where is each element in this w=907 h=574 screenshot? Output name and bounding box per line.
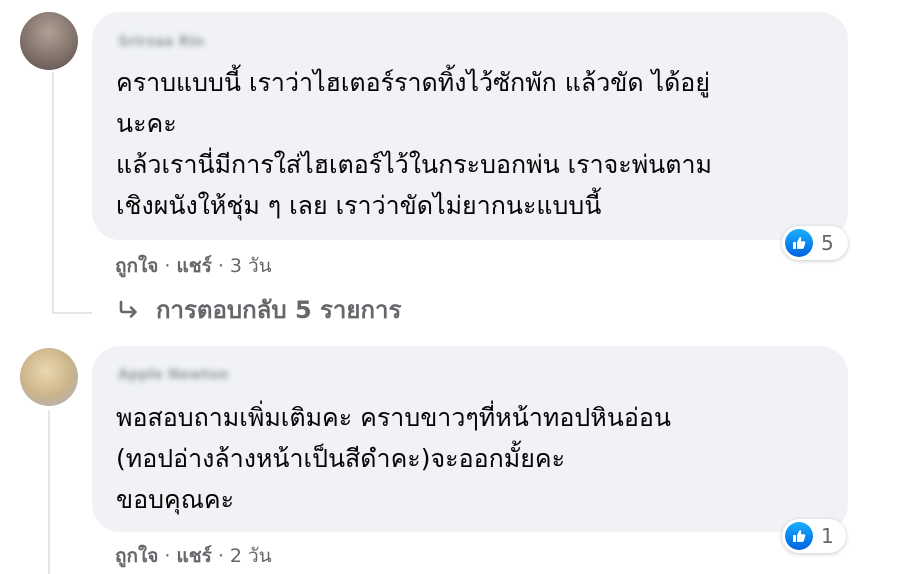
comment-line: แล้วเรานี่มีการใส่ไฮเตอร์ไว้ในกระบอกพ่น … <box>116 150 713 179</box>
comment-timestamp[interactable]: 3 วัน <box>230 251 272 281</box>
comment-author[interactable]: Srirzaa Rin <box>118 34 204 50</box>
like-button[interactable]: ถูกใจ <box>115 251 158 281</box>
comment-actions: ถูกใจ · แชร์ · 2 วัน <box>115 541 272 571</box>
replies-label: การตอบกลับ 5 รายการ <box>156 296 402 324</box>
comment-line: พอสอบถามเพิ่มเติมคะ คราบขาวๆที่หน้าทอปหิ… <box>116 403 671 432</box>
share-button[interactable]: แชร์ <box>176 541 211 571</box>
comment-line: (ทอปอ่างล้างหน้าเป็นสีดำคะ)จะออกมั้ยคะ <box>116 444 566 473</box>
avatar[interactable] <box>20 348 78 406</box>
comment-text: คราบแบบนี้ เราว่าไฮเตอร์ราดทิ้งไว้ซักพัก… <box>116 62 832 226</box>
comment-timestamp[interactable]: 2 วัน <box>230 541 272 571</box>
reaction-count: 1 <box>821 524 834 548</box>
comment-author[interactable]: Apple Newton <box>118 367 228 383</box>
like-icon <box>785 229 813 257</box>
comment-actions: ถูกใจ · แชร์ · 3 วัน <box>115 251 272 281</box>
comment-line: เชิงผนังให้ชุ่ม ๆ เลย เราว่าขัดไม่ยากนะแ… <box>116 191 602 220</box>
separator-dot: · <box>164 255 171 277</box>
reaction-count: 5 <box>821 231 834 255</box>
reaction-summary[interactable]: 5 <box>782 226 848 260</box>
comment-line: คราบแบบนี้ เราว่าไฮเตอร์ราดทิ้งไว้ซักพัก… <box>116 68 710 97</box>
separator-dot: · <box>164 545 171 567</box>
comment-thread: Srirzaa Rin คราบแบบนี้ เราว่าไฮเตอร์ราดท… <box>0 0 907 574</box>
like-button[interactable]: ถูกใจ <box>115 541 158 571</box>
like-icon <box>785 522 813 550</box>
view-replies-button[interactable]: การตอบกลับ 5 รายการ <box>118 290 401 329</box>
thread-line-branch <box>52 312 92 314</box>
thread-line <box>48 410 50 574</box>
avatar[interactable] <box>20 12 78 70</box>
comment-line: นะคะ <box>116 109 177 138</box>
comment-line: ขอบคุณคะ <box>116 485 235 514</box>
thread-line <box>52 72 54 314</box>
separator-dot: · <box>217 255 224 277</box>
reply-arrow-icon <box>119 300 137 318</box>
reaction-summary[interactable]: 1 <box>782 519 846 553</box>
comment-text: พอสอบถามเพิ่มเติมคะ คราบขาวๆที่หน้าทอปหิ… <box>116 397 832 520</box>
share-button[interactable]: แชร์ <box>176 251 211 281</box>
separator-dot: · <box>217 545 224 567</box>
